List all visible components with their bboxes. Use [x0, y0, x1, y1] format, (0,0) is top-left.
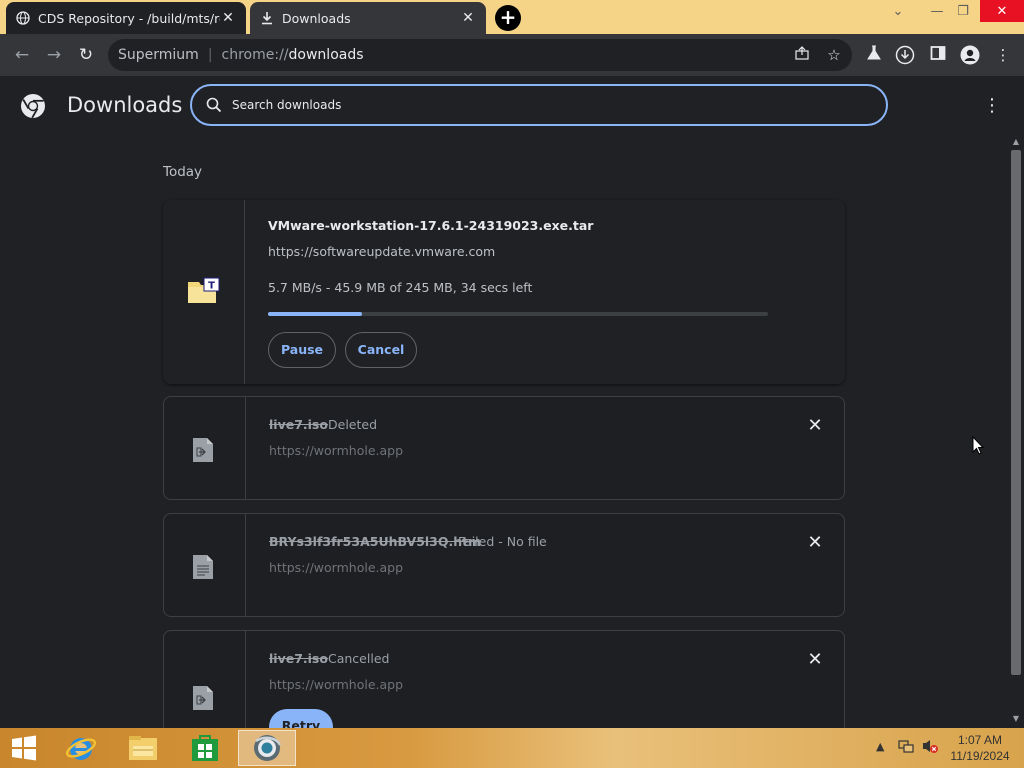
scroll-up-arrow-icon[interactable]: ▲ — [1011, 137, 1021, 147]
scroll-down-arrow-icon[interactable]: ▼ — [1011, 714, 1021, 724]
date-heading: Today — [163, 164, 203, 180]
downloads-toolbar-icon[interactable] — [895, 45, 915, 65]
tar-archive-icon: T — [187, 276, 221, 304]
file-name: live7.iso — [269, 417, 328, 432]
windows-logo-icon — [12, 735, 36, 761]
more-actions-icon[interactable]: ⋮ — [982, 94, 1002, 118]
internet-explorer-icon[interactable] — [57, 730, 105, 766]
windows-store-icon[interactable] — [181, 730, 229, 766]
download-status: Deleted — [328, 417, 378, 432]
svg-text:T: T — [208, 281, 215, 292]
browser-menu-icon[interactable]: ⋮ — [993, 45, 1013, 65]
mouse-cursor-icon — [972, 435, 985, 456]
url-host: downloads — [288, 47, 364, 63]
pause-button[interactable]: Pause — [268, 332, 336, 368]
share-icon[interactable] — [792, 45, 812, 65]
search-input[interactable] — [230, 97, 830, 113]
browser-toolbar: ← → ↻ Supermium | chrome://downloads ☆ ⋮ — [0, 34, 1024, 76]
download-status: Failed - No file — [458, 534, 547, 549]
download-item: BRYs3lf3fr53A5UhBV5l3Q.htm Failed - No f… — [163, 513, 845, 617]
download-status: Cancelled — [328, 651, 390, 666]
search-icon — [206, 97, 222, 113]
close-tab-icon[interactable]: ✕ — [220, 10, 236, 26]
new-tab-button[interactable]: + — [495, 5, 521, 31]
progress-bar-fill — [268, 312, 362, 316]
profile-avatar-icon[interactable] — [960, 45, 980, 65]
source-url[interactable]: https://wormhole.app — [269, 443, 403, 458]
retry-button[interactable]: Retry — [269, 709, 333, 728]
remove-from-list-icon[interactable]: ✕ — [806, 651, 824, 669]
source-url[interactable]: https://wormhole.app — [269, 677, 403, 692]
back-arrow-icon[interactable]: ← — [11, 44, 33, 66]
start-button[interactable] — [0, 730, 48, 766]
volume-muted-icon[interactable] — [921, 738, 939, 757]
file-explorer-icon[interactable] — [119, 730, 167, 766]
page-title: Downloads — [67, 93, 183, 117]
file-icon-column — [164, 397, 246, 499]
forward-arrow-icon[interactable]: → — [43, 44, 65, 66]
tab-strip: CDS Repository - /build/mts/release/ ✕ D… — [0, 0, 1024, 34]
page-scrollbar[interactable]: ▲ ▼ — [1008, 134, 1024, 728]
system-clock[interactable]: 1:07 AM 11/19/2024 — [948, 732, 1012, 764]
downloads-list: Today T VMware-workstation-17.6.1-243190… — [0, 134, 1008, 728]
chromium-logo-icon — [20, 93, 46, 119]
tab-title: Downloads — [282, 10, 351, 26]
source-url[interactable]: https://softwareupdate.vmware.com — [268, 244, 495, 259]
clock-time: 1:07 AM — [957, 733, 1003, 747]
tab-title: CDS Repository - /build/mts/release/ — [38, 10, 220, 26]
minimize-button[interactable]: — — [926, 0, 948, 22]
tab-downloads[interactable]: Downloads ✕ — [250, 2, 486, 34]
network-icon[interactable] — [897, 738, 915, 757]
document-file-icon — [192, 554, 214, 580]
scrollbar-thumb[interactable] — [1011, 150, 1021, 675]
iso-file-icon — [192, 685, 214, 711]
remove-from-list-icon[interactable]: ✕ — [806, 534, 824, 552]
download-item: live7.iso Cancelled https://wormhole.app… — [163, 630, 845, 728]
file-name[interactable]: VMware-workstation-17.6.1-24319023.exe.t… — [268, 218, 593, 233]
progress-bar — [268, 312, 768, 316]
bookmark-star-icon[interactable]: ☆ — [824, 45, 844, 65]
file-icon-column — [164, 514, 246, 616]
globe-icon — [16, 11, 30, 25]
cancel-button[interactable]: Cancel — [345, 332, 417, 368]
progress-status: 5.7 MB/s - 45.9 MB of 245 MB, 34 secs le… — [268, 280, 533, 295]
reload-icon[interactable]: ↻ — [75, 44, 97, 66]
source-url[interactable]: https://wormhole.app — [269, 560, 403, 575]
tab-search-icon[interactable]: ⌄ — [888, 0, 908, 22]
windows-taskbar: ▲ 1:07 AM 11/19/2024 — [0, 728, 1024, 768]
address-bar[interactable]: Supermium | chrome://downloads — [108, 39, 852, 71]
close-tab-icon[interactable]: ✕ — [460, 10, 476, 26]
download-item: live7.iso Deleted https://wormhole.app ✕ — [163, 396, 845, 500]
tab-cds-repository[interactable]: CDS Repository - /build/mts/release/ ✕ — [6, 2, 246, 34]
file-icon-column — [164, 631, 246, 728]
file-name: live7.iso — [269, 651, 328, 666]
supermium-taskbar-icon[interactable] — [238, 730, 296, 766]
remove-from-list-icon[interactable]: ✕ — [806, 417, 824, 435]
download-icon — [260, 11, 274, 25]
site-name: Supermium — [118, 47, 199, 63]
download-item: T VMware-workstation-17.6.1-24319023.exe… — [163, 200, 845, 384]
downloads-header: Downloads ⋮ — [0, 76, 1024, 134]
file-name: BRYs3lf3fr53A5UhBV5l3Q.htm — [269, 534, 482, 549]
labs-flask-icon[interactable] — [864, 45, 884, 65]
file-icon-column: T — [163, 200, 245, 384]
search-downloads-box[interactable] — [190, 84, 888, 126]
clock-date: 11/19/2024 — [950, 749, 1010, 763]
show-hidden-icons[interactable]: ▲ — [876, 740, 884, 753]
url-scheme: chrome:// — [221, 47, 289, 63]
restore-button[interactable]: ❐ — [952, 0, 974, 22]
omnibox-separator: | — [207, 47, 213, 63]
close-window-button[interactable]: ✕ — [980, 0, 1024, 22]
side-panel-icon[interactable] — [928, 45, 948, 65]
iso-file-icon — [192, 437, 214, 463]
